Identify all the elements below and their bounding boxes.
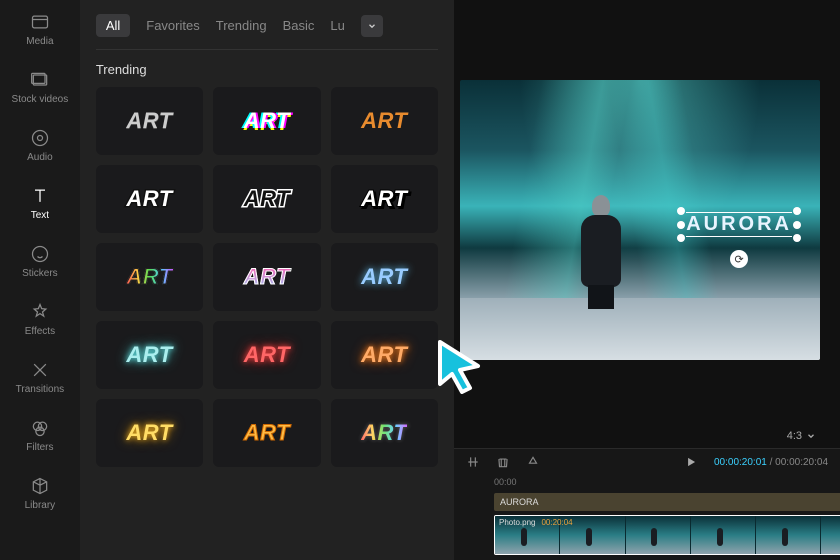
- text-preset[interactable]: ART: [96, 87, 203, 155]
- library-icon: [29, 475, 51, 497]
- text-preset[interactable]: ART: [96, 243, 203, 311]
- effects-icon: [29, 301, 51, 323]
- transitions-icon: [29, 359, 51, 381]
- media-icon: [29, 11, 51, 33]
- preset-tabs: All Favorites Trending Basic Lu: [96, 8, 438, 50]
- tab-favorites[interactable]: Favorites: [146, 18, 199, 33]
- tab-all[interactable]: All: [96, 14, 130, 37]
- preview-canvas[interactable]: AURORA ⟳: [460, 80, 820, 360]
- resize-handle[interactable]: [677, 221, 685, 229]
- filters-icon: [29, 417, 51, 439]
- sidebar-item-media[interactable]: Media: [0, 0, 80, 58]
- sidebar-label: Text: [31, 210, 49, 221]
- text-preset[interactable]: ART: [213, 87, 320, 155]
- sidebar-item-effects[interactable]: Effects: [0, 290, 80, 348]
- canvas-text-selected[interactable]: AURORA ⟳: [682, 212, 796, 237]
- text-track-label: AURORA: [500, 497, 539, 507]
- split-icon[interactable]: [466, 455, 480, 469]
- sidebar-item-text[interactable]: Text: [0, 174, 80, 232]
- text-preset[interactable]: ART: [96, 399, 203, 467]
- resize-handle[interactable]: [793, 207, 801, 215]
- ruler-tick: 00:00: [494, 477, 517, 487]
- sidebar-label: Transitions: [16, 384, 65, 395]
- sidebar: Media Stock videos Audio Text Stickers E…: [0, 0, 80, 560]
- text-preset[interactable]: ART: [331, 321, 438, 389]
- text-preset[interactable]: ART: [331, 243, 438, 311]
- timeline-text-track[interactable]: AURORA: [494, 493, 840, 511]
- tab-cut[interactable]: Lu: [330, 18, 344, 33]
- sidebar-item-filters[interactable]: Filters: [0, 406, 80, 464]
- text-preset[interactable]: ART: [213, 321, 320, 389]
- section-title: Trending: [96, 62, 438, 77]
- timeline-clip[interactable]: Photo.png00:20:04: [494, 515, 840, 555]
- sidebar-label: Stickers: [22, 268, 58, 279]
- cursor-illustration: [432, 336, 486, 394]
- text-preset[interactable]: ART: [96, 321, 203, 389]
- sidebar-item-transitions[interactable]: Transitions: [0, 348, 80, 406]
- timeline-ruler[interactable]: 00:00 00:10 00:20: [454, 475, 840, 489]
- sidebar-label: Library: [25, 500, 56, 511]
- sidebar-label: Media: [26, 36, 53, 47]
- text-preset[interactable]: ART: [331, 87, 438, 155]
- sidebar-label: Audio: [27, 152, 53, 163]
- text-preset[interactable]: ART: [213, 243, 320, 311]
- preset-grid: ART ART ART ART ART ART ART ART ART ART …: [96, 87, 438, 467]
- chevron-down-icon[interactable]: [806, 431, 816, 441]
- resize-handle[interactable]: [793, 221, 801, 229]
- text-preset[interactable]: ART: [213, 399, 320, 467]
- text-preset[interactable]: ART: [331, 165, 438, 233]
- timeline-time: 00:00:20:01 / 00:00:20:04: [714, 457, 828, 468]
- tabs-more-button[interactable]: [361, 15, 383, 37]
- delete-icon[interactable]: [496, 455, 510, 469]
- tab-basic[interactable]: Basic: [283, 18, 315, 33]
- text-preset[interactable]: ART: [96, 165, 203, 233]
- text-preset[interactable]: ART: [213, 165, 320, 233]
- clip-label: Photo.png00:20:04: [499, 518, 573, 527]
- sidebar-item-stock-videos[interactable]: Stock videos: [0, 58, 80, 116]
- sidebar-label: Stock videos: [12, 94, 69, 105]
- rotate-handle[interactable]: ⟳: [730, 250, 748, 268]
- sidebar-label: Effects: [25, 326, 55, 337]
- text-preset[interactable]: ART: [331, 399, 438, 467]
- preview-area: AURORA ⟳ 4:3: [454, 0, 840, 448]
- timeline: 00:00:20:01 / 00:00:20:04 00:00 00:10 00…: [454, 448, 840, 560]
- canvas-text-value: AURORA: [686, 212, 792, 237]
- audio-icon: [29, 127, 51, 149]
- sidebar-item-audio[interactable]: Audio: [0, 116, 80, 174]
- sidebar-label: Filters: [26, 442, 53, 453]
- sidebar-item-library[interactable]: Library: [0, 464, 80, 522]
- text-presets-panel: All Favorites Trending Basic Lu Trending…: [80, 0, 454, 560]
- aspect-ratio[interactable]: 4:3: [787, 430, 802, 442]
- stickers-icon: [29, 243, 51, 265]
- tab-trending[interactable]: Trending: [216, 18, 267, 33]
- text-icon: [29, 185, 51, 207]
- sidebar-item-stickers[interactable]: Stickers: [0, 232, 80, 290]
- stock-icon: [29, 69, 51, 91]
- resize-handle[interactable]: [677, 207, 685, 215]
- marker-icon[interactable]: [526, 455, 540, 469]
- play-icon[interactable]: [684, 455, 698, 469]
- resize-handle[interactable]: [793, 234, 801, 242]
